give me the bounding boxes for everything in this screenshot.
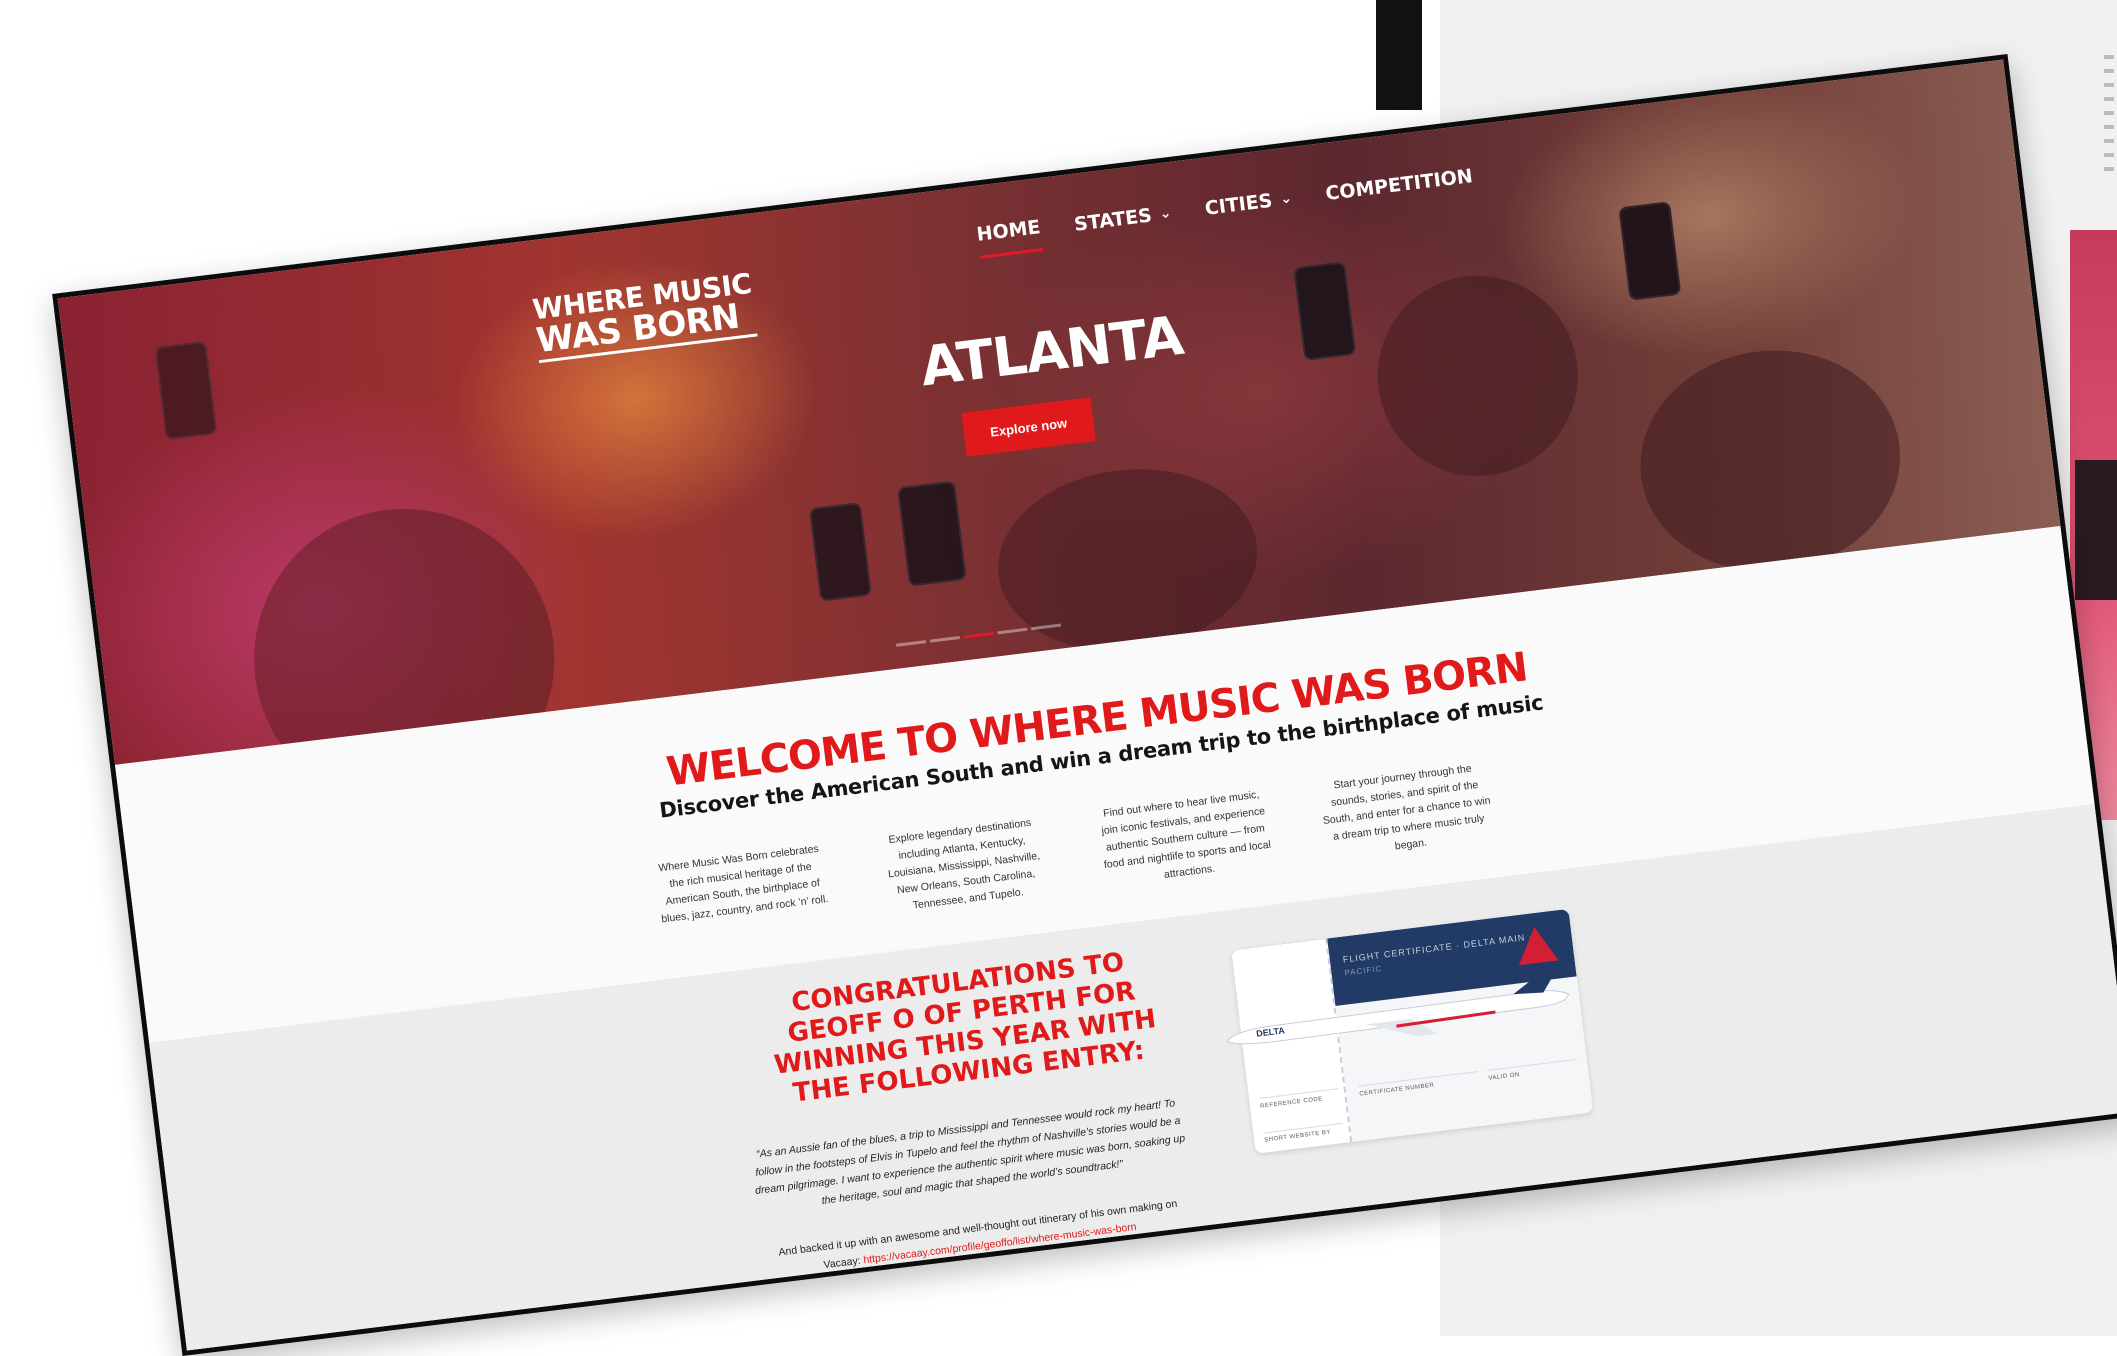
credit-card-icon: ▭ — [1263, 967, 1288, 996]
background-window-edge — [1376, 0, 1422, 110]
delta-logo-icon — [1514, 924, 1559, 966]
chevron-down-icon: ⌄ — [1158, 204, 1173, 222]
background-text-marks — [2104, 55, 2114, 175]
intro-column: Where Music Was Born celebrates the rich… — [657, 842, 829, 925]
winning-entry-quote: “As an Aussie fan of the blues, a trip t… — [754, 1096, 1186, 1207]
background-dark-block — [2075, 460, 2117, 600]
field-label: VALID ON — [1488, 1072, 1521, 1082]
intro-column: Start your journey through the sounds, s… — [1322, 762, 1492, 852]
chevron-down-icon: ⌄ — [1279, 189, 1293, 208]
nav-cities-label: CITIES — [1203, 189, 1274, 220]
intro-column: Explore legendary destinations including… — [887, 816, 1041, 912]
winner-heading: CONGRATULATIONS TO GEOFF O OF PERTH FOR … — [772, 947, 1158, 1109]
intro-column: Find out where to hear live music, join … — [1100, 788, 1272, 881]
